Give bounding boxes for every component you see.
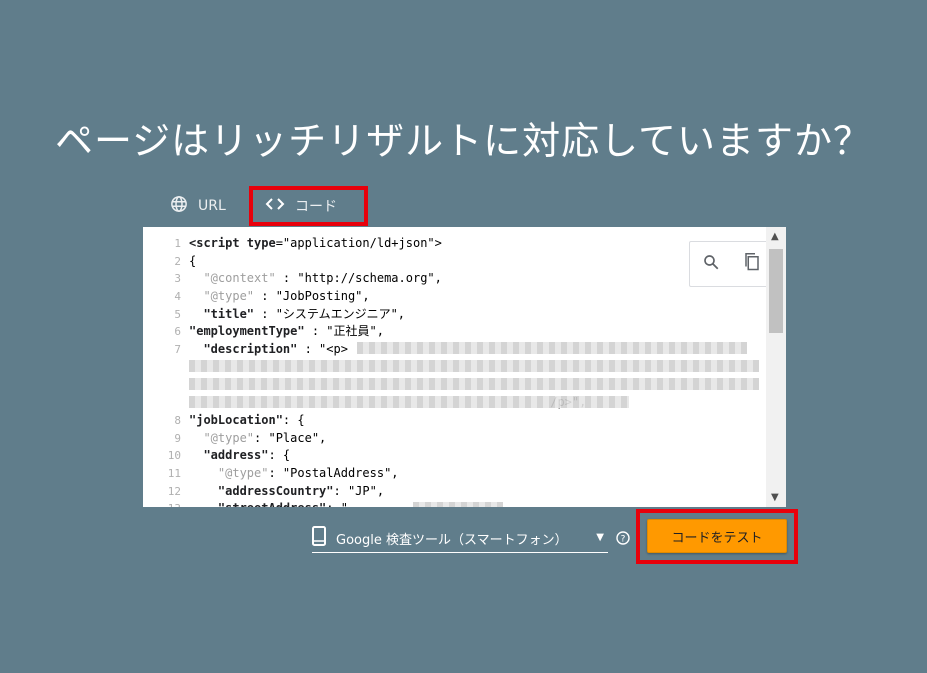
code-text: "description" : "<p> [203, 342, 348, 357]
line-number: 10 [167, 449, 181, 463]
help-icon[interactable]: ? [616, 530, 630, 549]
tab-url[interactable]: URL [170, 186, 226, 226]
code-text: { [189, 253, 197, 268]
line-number: 9 [174, 431, 181, 445]
code-brackets-icon [265, 197, 285, 215]
blurred-description-3 [189, 378, 759, 390]
line-number: 1 [174, 237, 181, 250]
code-text: "address": { [203, 448, 291, 463]
active-tab-indicator [254, 223, 364, 226]
device-select-value: Google 検査ツール（スマートフォン） [336, 532, 568, 548]
code-text: "streetAddress": " [189, 500, 348, 507]
code-line: 6 "employmentType" : "正社員", [143, 323, 763, 341]
copy-icon[interactable] [743, 252, 761, 276]
code-text: "addressCountry": "JP", [217, 483, 385, 498]
line-number: 2 [174, 254, 181, 268]
line-number: 11 [167, 466, 181, 480]
code-line: 5 "title" : "システムエンジニア", [143, 306, 763, 324]
code-text: <script type="application/ld+json"> [189, 236, 442, 250]
tab-url-label: URL [198, 198, 226, 214]
code-line: 3 "@context" : "http://schema.org", [143, 270, 763, 288]
globe-icon [170, 195, 188, 217]
chevron-down-icon: ▼ [596, 532, 604, 543]
tab-code[interactable]: コード [265, 186, 337, 226]
blurred-description-2 [189, 360, 759, 372]
smartphone-icon [312, 526, 326, 550]
editor-tools [689, 241, 773, 287]
code-line: 10 "address": { [143, 447, 763, 465]
search-icon[interactable] [702, 253, 720, 275]
test-code-button[interactable]: コードをテスト [647, 519, 787, 553]
code-text: "@type" : "JobPosting", [203, 289, 370, 304]
code-editor[interactable]: 1 <script type="application/ld+json"> 2{3 … [143, 227, 786, 507]
code-text: "@type": "PostalAddress", [217, 465, 399, 480]
line-number: 13 [143, 500, 183, 507]
blurred-street-address [413, 502, 503, 507]
code-text: "employmentType" : "正社員", [189, 324, 384, 339]
line-number: 8 [174, 413, 181, 427]
line-number: 6 [174, 325, 181, 339]
tab-bar: URL コード [150, 186, 650, 226]
code-line: 12 "addressCountry": "JP", [143, 483, 763, 501]
code-line: 8 "jobLocation": { [143, 412, 763, 430]
vertical-scrollbar[interactable]: ▲ ▼ [766, 227, 786, 507]
code-line: 4 "@type" : "JobPosting", [143, 288, 763, 306]
code-line: 1 <script type="application/ld+json"> [143, 235, 763, 253]
blurred-description-1 [357, 342, 747, 354]
scroll-up-icon[interactable]: ▲ [771, 231, 779, 242]
svg-text:?: ? [621, 535, 626, 545]
device-select[interactable]: Google 検査ツール（スマートフォン） ▼ [312, 524, 608, 553]
blurred-description-4 [189, 396, 629, 408]
line-number: 12 [167, 484, 181, 498]
page-title: ページはリッチリザルトに対応していますか？ [54, 119, 873, 163]
scroll-down-icon[interactable]: ▼ [771, 492, 779, 503]
tab-code-label: コード [295, 199, 337, 215]
code-text: "jobLocation": { [189, 412, 305, 427]
line-number: 7 [174, 343, 181, 357]
code-line: 9 "@type": "Place", [143, 430, 763, 448]
scrollbar-thumb[interactable] [769, 249, 783, 333]
code-line: 11 "@type": "PostalAddress", [143, 465, 763, 483]
code-text: "@context" : "http://schema.org", [203, 271, 442, 286]
line-number: 4 [174, 290, 181, 304]
code-line: 2{ [143, 253, 763, 271]
code-text: "title" : "システムエンジニア", [203, 306, 406, 321]
line-number: 5 [174, 307, 181, 321]
code-text: "@type": "Place", [203, 430, 327, 445]
line-number: 3 [174, 272, 181, 286]
